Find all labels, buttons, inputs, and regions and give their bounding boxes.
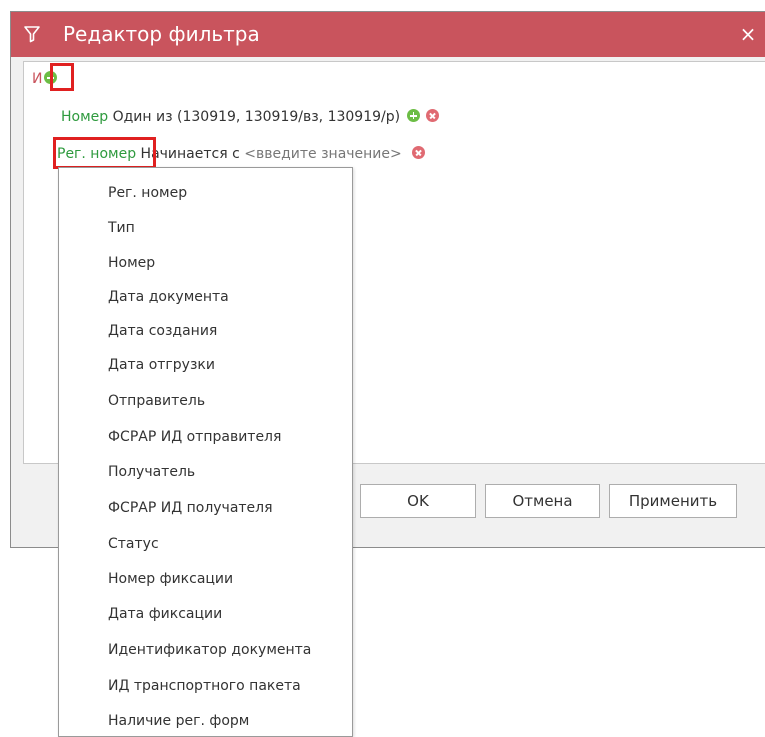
dialog-title: Редактор фильтра: [63, 22, 260, 46]
filter-icon: [24, 26, 40, 43]
dropdown-item[interactable]: Дата фиксации: [108, 604, 222, 624]
condition-row: Номер Один из (130919, 130919/вз, 130919…: [61, 107, 439, 127]
close-circle-icon[interactable]: [425, 109, 439, 122]
dropdown-item[interactable]: ФСРАР ИД отправителя: [108, 427, 281, 447]
condition-operator[interactable]: Один из (130919, 130919/вз, 130919/р): [113, 109, 400, 125]
condition-field[interactable]: Номер: [61, 109, 108, 125]
condition-value[interactable]: <введите значение>: [244, 146, 402, 162]
dropdown-item[interactable]: Дата отгрузки: [108, 355, 215, 375]
dropdown-item[interactable]: Дата создания: [108, 321, 217, 341]
dropdown-item[interactable]: Номер фиксации: [108, 569, 233, 589]
add-group-highlight: [50, 63, 74, 91]
dropdown-item[interactable]: ФСРАР ИД получателя: [108, 498, 273, 518]
dropdown-item[interactable]: Идентификатор документа: [108, 640, 311, 660]
close-icon[interactable]: ×: [737, 23, 759, 45]
dropdown-item[interactable]: Статус: [108, 534, 159, 554]
dropdown-item[interactable]: ИД транспортного пакета: [108, 676, 301, 696]
dialog-titlebar: Редактор фильтра ×: [11, 12, 765, 57]
dropdown-item[interactable]: Номер: [108, 253, 155, 273]
group-operator[interactable]: И: [32, 71, 42, 87]
field-dropdown: Рег. номер Тип Номер Дата документа Дата…: [58, 167, 353, 737]
apply-button[interactable]: Применить: [609, 484, 737, 518]
dropdown-item[interactable]: Наличие рег. форм: [108, 711, 249, 731]
close-circle-icon[interactable]: [412, 146, 426, 159]
dropdown-item[interactable]: Тип: [108, 218, 135, 238]
dropdown-item[interactable]: Отправитель: [108, 391, 205, 411]
ok-button[interactable]: OK: [360, 484, 476, 518]
plus-circle-icon[interactable]: [406, 109, 420, 122]
dropdown-item[interactable]: Рег. номер: [108, 183, 187, 203]
dropdown-item[interactable]: Получатель: [108, 462, 195, 482]
field-highlight: [53, 137, 156, 169]
dropdown-item[interactable]: Дата документа: [108, 287, 229, 307]
cancel-button[interactable]: Отмена: [485, 484, 600, 518]
